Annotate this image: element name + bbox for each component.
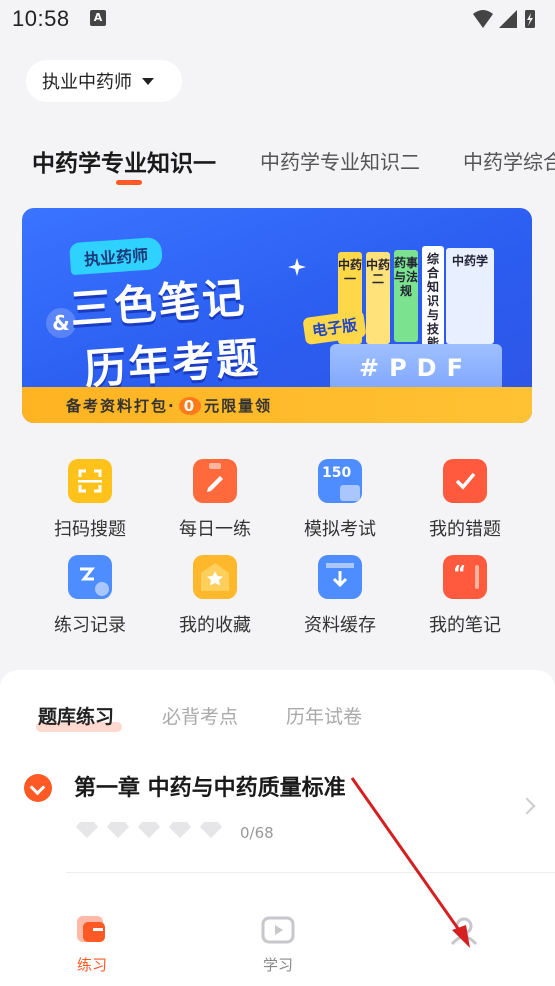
nav-label: 学习 [262, 956, 293, 974]
feature-label: 每日一练 [179, 519, 251, 540]
nav-practice[interactable]: 练习 [52, 912, 132, 975]
exam-selector-label: 执业中药师 [42, 72, 132, 93]
gem-icon [200, 822, 222, 838]
book-2: 中药二 [366, 252, 390, 344]
feature-label: 我的收藏 [179, 615, 251, 636]
feature-practice-record[interactable]: 练习记录 [30, 555, 150, 639]
caret-down-icon [142, 77, 154, 85]
daily-practice-icon [193, 459, 237, 503]
notes-icon: “ [443, 555, 487, 599]
banner-footer-suffix: 元限量领 [204, 397, 273, 415]
nav-profile[interactable] [424, 912, 504, 954]
nav-label: 练习 [76, 956, 107, 974]
bottom-nav: 练习 学习 [0, 906, 555, 986]
feature-label: 模拟考试 [304, 519, 376, 540]
feature-label: 扫码搜题 [54, 519, 126, 540]
tab-question-bank[interactable]: 题库练习 [38, 702, 114, 729]
tab-past-papers[interactable]: 历年试卷 [286, 702, 362, 729]
chapter-progress: 0/68 [240, 824, 274, 842]
status-time: 10:58 [12, 6, 70, 31]
notification-a-icon: A [90, 10, 106, 26]
wrong-questions-icon [443, 459, 487, 503]
tab-subject-1[interactable]: 中药学专业知识一 [32, 144, 216, 178]
feature-label: 我的笔记 [429, 615, 501, 636]
mock-exam-icon: 150 [318, 459, 362, 503]
chapter-row[interactable]: 第一章 中药与中药质量标准 0/68 [0, 766, 555, 846]
practice-nav-icon [75, 912, 109, 946]
chevron-down-icon[interactable] [24, 774, 52, 802]
pdf-label: #PDF [330, 344, 502, 392]
tab-subject-2[interactable]: 中药学专业知识二 [260, 146, 420, 175]
promo-banner[interactable]: 执业药师 & 三色笔记 历年考题 中药一 中药二 药事与法规 综合知识与技能 中… [22, 208, 532, 423]
scan-icon [68, 459, 112, 503]
gem-icon [107, 822, 129, 838]
feature-label: 资料缓存 [304, 615, 376, 636]
sparkle-icon [288, 258, 306, 276]
favorites-icon [193, 555, 237, 599]
feature-favorites[interactable]: 我的收藏 [155, 555, 275, 639]
feature-daily-practice[interactable]: 每日一练 [155, 459, 275, 543]
tab-subject-3[interactable]: 中药学综合 [463, 146, 555, 175]
signal-icon [499, 10, 517, 28]
book-3: 药事与法规 [394, 250, 418, 342]
download-cache-icon [318, 555, 362, 599]
practice-record-icon [68, 555, 112, 599]
study-nav-icon [261, 912, 295, 946]
exam-selector-dropdown[interactable]: 执业中药师 [26, 60, 182, 102]
feature-wrong-questions[interactable]: 我的错题 [405, 459, 525, 543]
chevron-right-icon [518, 797, 536, 815]
system-status-icons [473, 10, 535, 28]
practice-tabs: 题库练习 必背考点 历年试卷 [0, 702, 555, 742]
book-4: 综合知识与技能 [422, 246, 444, 350]
gem-icon [169, 822, 191, 838]
wifi-icon [473, 10, 493, 28]
banner-footer-zero: 0 [178, 397, 202, 415]
nav-study[interactable]: 学习 [238, 912, 318, 975]
profile-nav-icon [447, 912, 481, 946]
feature-label: 我的错题 [429, 519, 501, 540]
feature-label: 练习记录 [54, 615, 126, 636]
subject-tabs: 中药学专业知识一 中药学专业知识二 中药学综合 [0, 138, 555, 188]
gem-icon [76, 822, 98, 838]
tab-key-points[interactable]: 必背考点 [162, 702, 238, 729]
feature-download-cache[interactable]: 资料缓存 [280, 555, 400, 639]
status-bar: 10:58 A [0, 0, 555, 40]
banner-footer-prefix: 备考资料打包· [66, 397, 176, 415]
feature-scan-search[interactable]: 扫码搜题 [30, 459, 150, 543]
gem-icon [138, 822, 160, 838]
feature-grid: 扫码搜题 每日一练 150 模拟考试 我的错题 练习记录 我的收藏 资料缓存 “… [0, 455, 555, 655]
banner-footer: 备考资料打包· 0 元限量领 [22, 387, 532, 423]
feature-notes[interactable]: “ 我的笔记 [405, 555, 525, 639]
chapter-title: 第一章 中药与中药质量标准 [74, 776, 346, 801]
divider [66, 872, 555, 873]
feature-mock-exam[interactable]: 150 模拟考试 [280, 459, 400, 543]
banner-badge: 执业药师 [68, 236, 164, 276]
book-5: 中药学 [446, 248, 494, 344]
active-tab-indicator [116, 180, 142, 185]
